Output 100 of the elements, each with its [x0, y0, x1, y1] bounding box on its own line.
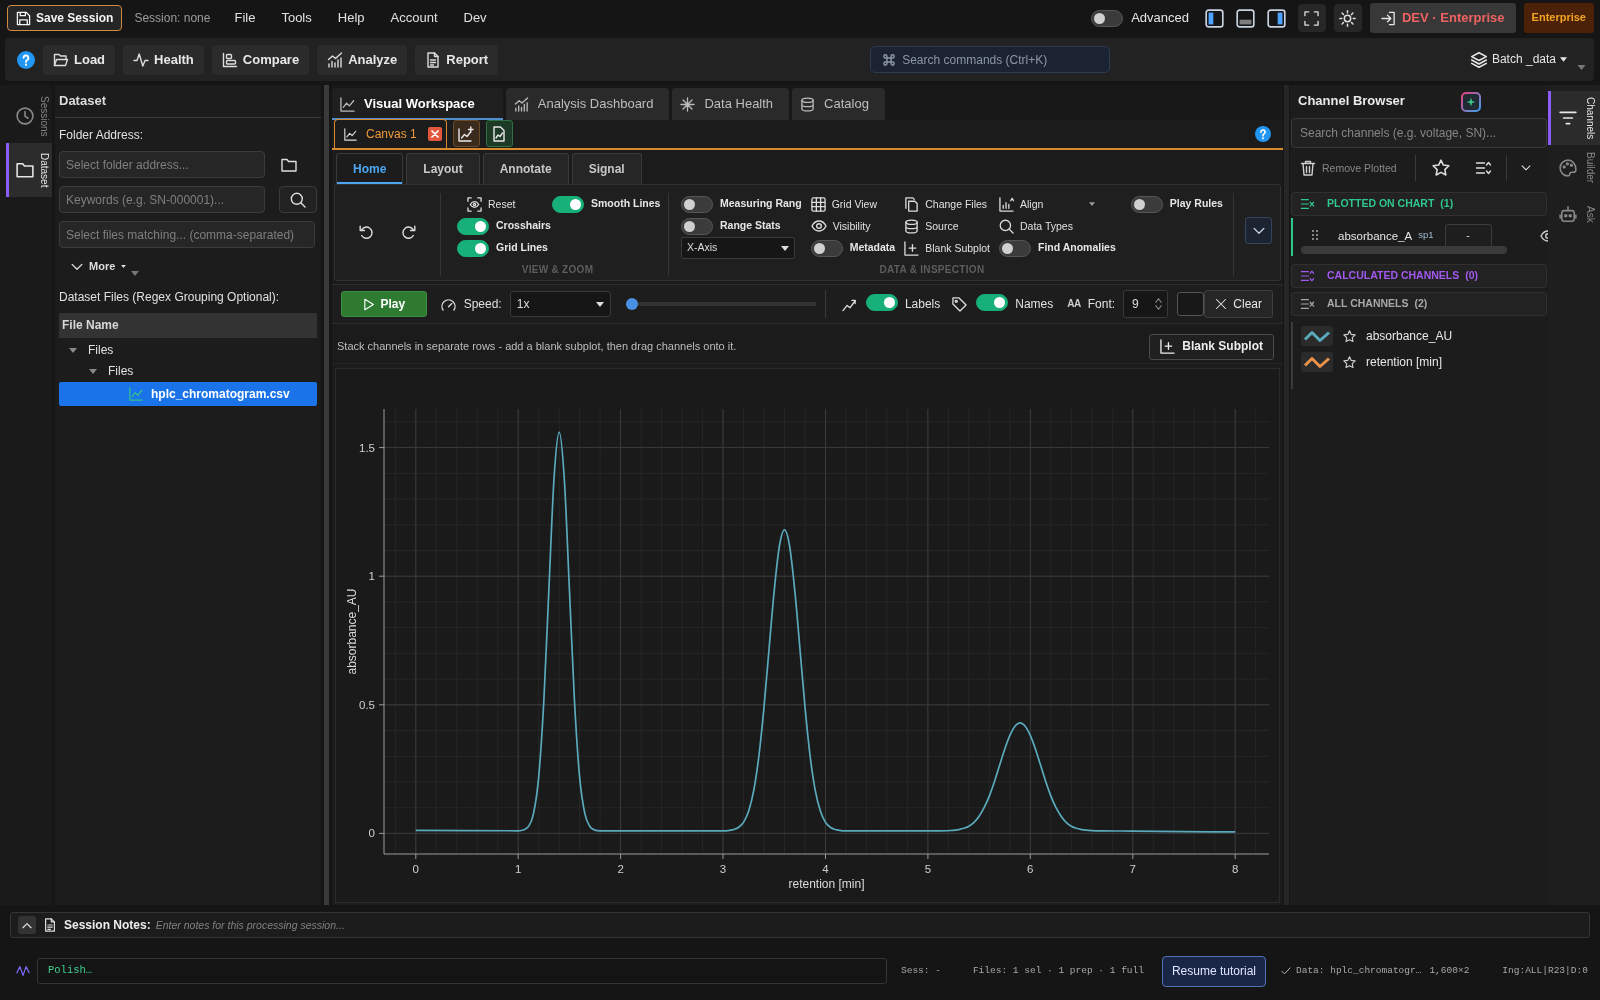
folder-icon[interactable] — [280, 156, 298, 173]
toolbar-button[interactable]: Health — [123, 44, 204, 75]
ribbon-button[interactable]: Align — [999, 193, 1044, 215]
color-picker[interactable] — [1177, 292, 1205, 316]
toolbar-button[interactable]: Compare — [211, 44, 310, 75]
close-icon[interactable] — [427, 127, 442, 141]
slider-thumb[interactable] — [625, 298, 638, 310]
menu-item[interactable]: Dev — [463, 10, 487, 26]
toggle-switch[interactable] — [552, 195, 584, 213]
workspace-tab[interactable]: Catalog — [792, 88, 885, 120]
menu-item[interactable]: Account — [390, 10, 438, 26]
menu-item[interactable]: Help — [337, 10, 365, 26]
channel-name[interactable]: absorbance_A — [1338, 229, 1413, 244]
workspace-tab[interactable]: Analysis Dashboard — [505, 88, 670, 120]
sort-list-icon[interactable] — [1474, 160, 1492, 176]
play-button[interactable]: Play — [341, 291, 427, 317]
tree-item[interactable]: Files — [88, 343, 114, 358]
undo-icon[interactable] — [358, 223, 374, 240]
toggle-switch[interactable] — [976, 293, 1009, 311]
ribbon-button[interactable]: Blank Subplot — [904, 237, 990, 259]
star-icon[interactable] — [1343, 355, 1356, 369]
toggle-switch[interactable] — [457, 217, 489, 235]
ribbon-button[interactable]: Data Types — [999, 215, 1116, 237]
file-match-field[interactable]: Select files matching... (comma-separated) — [59, 221, 315, 248]
sidebar-tab[interactable]: Ask — [1548, 191, 1600, 237]
star-icon[interactable] — [1431, 159, 1450, 177]
channel-item[interactable]: absorbance_AU — [1366, 328, 1453, 344]
chart-document-button[interactable] — [485, 120, 513, 147]
keywords-field[interactable]: Keywords (e.g. SN-000001)... — [59, 186, 265, 213]
help-icon[interactable] — [17, 50, 35, 69]
clear-button[interactable]: Clear — [1204, 290, 1273, 318]
dataset-menu-button[interactable]: Batch _data — [1469, 50, 1567, 69]
ribbon-tab[interactable]: Home — [336, 153, 404, 184]
resume-tutorial-button[interactable]: Resume tutorial — [1161, 955, 1266, 987]
toolbar-button[interactable]: Load — [43, 44, 116, 75]
ribbon-tab[interactable]: Layout — [406, 153, 480, 184]
theme-button[interactable] — [1334, 4, 1362, 32]
workspace-tab[interactable]: Data Health — [672, 88, 790, 120]
command-search-field[interactable]: Search commands (Ctrl+K) — [870, 46, 1111, 73]
channel-item[interactable]: retention [min] — [1366, 354, 1443, 370]
drag-handle-icon[interactable] — [1312, 230, 1318, 240]
environment-button[interactable]: DEV · Enterprise — [1370, 3, 1516, 33]
toggle-switch[interactable] — [681, 195, 713, 213]
expand-button[interactable] — [1245, 217, 1273, 244]
chevron-down-icon[interactable] — [1520, 165, 1531, 171]
star-icon[interactable] — [1343, 329, 1356, 343]
collapse-button[interactable] — [18, 916, 36, 934]
font-size-field[interactable]: 9 — [1123, 290, 1169, 318]
tree-item[interactable]: Files — [108, 364, 134, 379]
sidebar-tab[interactable]: Dataset — [6, 143, 52, 197]
toggle-switch[interactable] — [865, 293, 898, 311]
folder-address-field[interactable]: Select folder address... — [59, 151, 265, 178]
axis-tick-label: 5 — [924, 863, 932, 875]
toolbar-button[interactable]: Report — [415, 44, 499, 75]
toggle-label: Metadata — [849, 241, 896, 255]
toggle-switch[interactable] — [681, 217, 713, 235]
save-session-button[interactable]: Save Session — [7, 5, 123, 31]
ribbon-tab[interactable]: Signal — [571, 153, 642, 184]
column-header[interactable]: File Name — [59, 313, 317, 338]
add-chart-button[interactable] — [452, 120, 480, 147]
ribbon-button[interactable]: Source — [904, 215, 990, 237]
ribbon-button[interactable]: Grid View — [810, 193, 896, 215]
fullscreen-button[interactable] — [1298, 4, 1326, 32]
ribbon-button[interactable]: Change Files — [904, 193, 990, 215]
toggle-switch[interactable] — [1091, 9, 1124, 27]
file-row[interactable]: hplc_chromatogram.csv — [59, 382, 317, 406]
ribbon-button[interactable]: Visibility — [810, 215, 896, 237]
sidebar-tab[interactable]: Sessions — [6, 89, 52, 143]
sparkle-tile-icon[interactable] — [1460, 91, 1481, 112]
reset-button[interactable]: Reset — [457, 193, 552, 215]
menu-item[interactable]: File — [234, 10, 256, 26]
toggle-switch[interactable] — [457, 239, 489, 257]
redo-icon[interactable] — [401, 223, 417, 240]
toggle-label: Play Rules — [1169, 197, 1223, 211]
axis-select[interactable]: X-Axis — [681, 237, 795, 259]
search-button[interactable] — [279, 186, 317, 213]
menu-item[interactable]: Tools — [281, 10, 312, 26]
horizontal-scrollbar[interactable] — [1301, 246, 1507, 254]
bottom-panel-icon[interactable] — [1236, 8, 1255, 28]
toggle-switch[interactable] — [1130, 195, 1163, 213]
more-button[interactable]: More — [71, 260, 127, 274]
sidebar-tab[interactable]: Builder — [1548, 145, 1600, 191]
folder-open-icon — [53, 51, 69, 68]
toggle-switch[interactable] — [810, 239, 843, 257]
session-notes-field[interactable]: Enter notes for this processing session... — [155, 914, 1585, 936]
sidebar-tab[interactable]: Channels — [1548, 91, 1600, 145]
ribbon-tab[interactable]: Annotate — [482, 153, 569, 184]
speed-select[interactable]: 1x — [509, 291, 611, 317]
eye-icon[interactable] — [1540, 230, 1548, 242]
workspace-tab[interactable]: Visual Workspace — [332, 88, 503, 120]
channel-search-field[interactable]: Search channels (e.g. voltage, SN)... — [1291, 118, 1547, 148]
help-icon[interactable] — [1255, 126, 1271, 142]
value-field[interactable]: - — [1444, 224, 1492, 248]
left-panel-icon[interactable] — [1205, 8, 1224, 28]
toolbar-button[interactable]: Analyze — [317, 44, 408, 75]
session-notes-bar[interactable]: Session Notes: Enter notes for this processing session... — [10, 912, 1590, 938]
blank-subplot-button[interactable]: Blank Subplot — [1149, 333, 1274, 360]
right-panel-icon[interactable] — [1267, 8, 1286, 28]
toggle-switch[interactable] — [999, 239, 1031, 257]
canvas-tab[interactable]: Canvas 1 — [334, 119, 447, 148]
